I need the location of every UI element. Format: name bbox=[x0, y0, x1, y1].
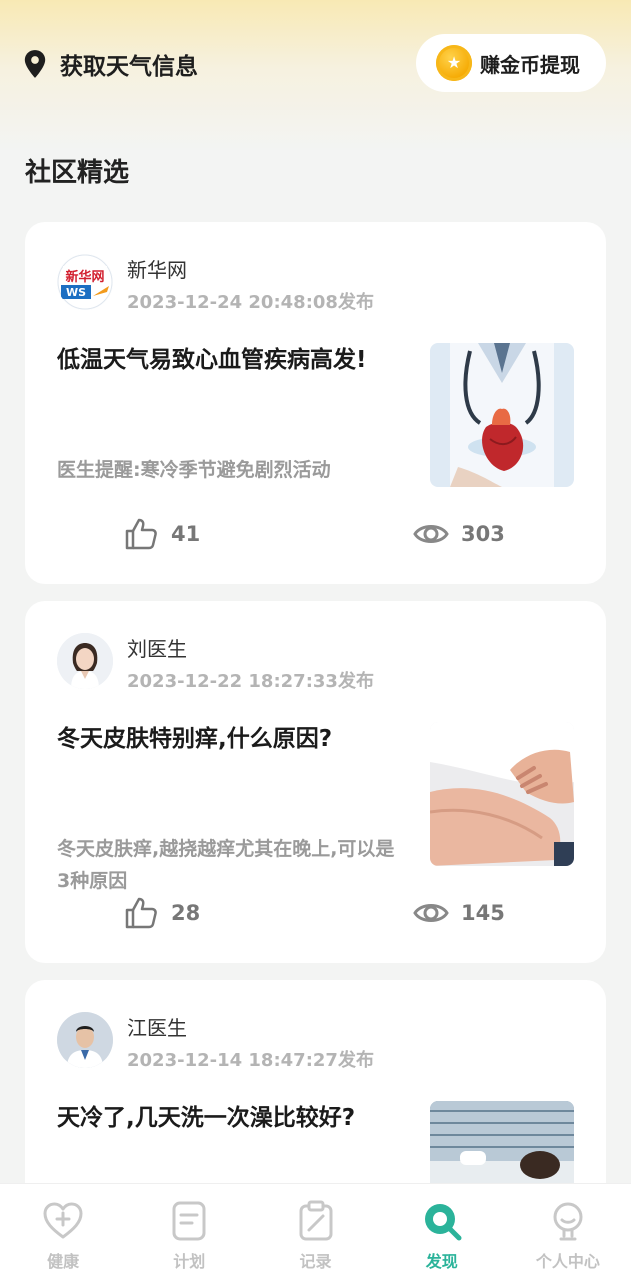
tab-label: 记录 bbox=[299, 1252, 332, 1271]
header: 获取天气信息 ★ 赚金币提现 bbox=[0, 34, 631, 94]
tab-profile[interactable]: 个人中心 bbox=[505, 1184, 631, 1280]
section-title: 社区精选 bbox=[25, 158, 130, 188]
tab-plan[interactable]: 计划 bbox=[126, 1184, 252, 1280]
eye-icon bbox=[413, 525, 449, 543]
profile-icon bbox=[553, 1202, 583, 1241]
heart-plus-icon bbox=[43, 1202, 83, 1239]
tab-discover[interactable]: 发现 bbox=[379, 1184, 505, 1280]
coin-icon: ★ bbox=[436, 45, 472, 81]
tab-health[interactable]: 健康 bbox=[0, 1184, 126, 1280]
tab-record[interactable]: 记录 bbox=[252, 1184, 378, 1280]
avatar: 新华网 WS bbox=[57, 254, 113, 310]
bottom-tab-bar: 健康 计划 记录 发现 个人中心 bbox=[0, 1183, 631, 1280]
earn-coins-label: 赚金币提现 bbox=[480, 52, 580, 77]
post-summary: 医生提醒:寒冷季节避免剧烈活动 bbox=[57, 459, 331, 481]
tab-label: 健康 bbox=[47, 1252, 80, 1271]
post-feed: 新华网 WS 新华网 2023-12-24 20:48:08发布 低温天气易致心… bbox=[25, 222, 606, 1257]
view-count-display: 145 bbox=[413, 895, 505, 931]
view-count: 303 bbox=[461, 522, 505, 546]
avatar-logo-sub: WS bbox=[66, 286, 86, 299]
location-pin-icon bbox=[24, 50, 46, 78]
post-card[interactable]: 新华网 WS 新华网 2023-12-24 20:48:08发布 低温天气易致心… bbox=[25, 222, 606, 584]
like-count: 28 bbox=[171, 901, 201, 925]
like-button[interactable]: 41 bbox=[123, 516, 200, 552]
plan-icon bbox=[172, 1201, 206, 1241]
earn-coins-button[interactable]: ★ 赚金币提现 bbox=[416, 34, 606, 92]
avatar-logo-text: 新华网 bbox=[65, 269, 104, 285]
post-thumbnail[interactable] bbox=[430, 343, 574, 487]
view-count: 145 bbox=[461, 901, 505, 925]
post-author[interactable]: 刘医生 bbox=[127, 633, 187, 662]
post-title[interactable]: 冬天皮肤特别痒,什么原因? bbox=[57, 723, 407, 755]
discover-icon bbox=[424, 1204, 462, 1241]
tab-label: 计划 bbox=[173, 1252, 206, 1271]
post-time: 2023-12-14 18:47:27发布 bbox=[127, 1050, 374, 1071]
post-title[interactable]: 天冷了,几天洗一次澡比较好? bbox=[57, 1102, 407, 1134]
post-summary: 冬天皮肤痒,越挠越痒尤其在晚上,可以是3种原因 bbox=[57, 838, 395, 892]
post-title[interactable]: 低温天气易致心血管疾病高发! bbox=[57, 344, 407, 376]
post-time: 2023-12-24 20:48:08发布 bbox=[127, 292, 374, 313]
thumbs-up-icon bbox=[125, 897, 157, 929]
thumbs-up-icon bbox=[125, 518, 157, 550]
tab-label: 发现 bbox=[425, 1252, 458, 1271]
record-icon bbox=[299, 1200, 332, 1241]
post-card[interactable]: 刘医生 2023-12-22 18:27:33发布 冬天皮肤特别痒,什么原因? … bbox=[25, 601, 606, 963]
post-time: 2023-12-22 18:27:33发布 bbox=[127, 671, 374, 692]
post-author[interactable]: 江医生 bbox=[127, 1012, 187, 1041]
weather-location-button[interactable]: 获取天气信息 bbox=[22, 48, 198, 80]
post-thumbnail[interactable] bbox=[430, 722, 574, 866]
view-count-display: 303 bbox=[413, 516, 505, 552]
like-button[interactable]: 28 bbox=[123, 895, 200, 931]
tab-label: 个人中心 bbox=[535, 1252, 600, 1271]
post-author[interactable]: 新华网 bbox=[127, 254, 187, 283]
weather-location-label: 获取天气信息 bbox=[60, 54, 198, 80]
avatar bbox=[57, 1012, 113, 1068]
eye-icon bbox=[413, 904, 449, 922]
avatar bbox=[57, 633, 113, 689]
like-count: 41 bbox=[171, 522, 201, 546]
